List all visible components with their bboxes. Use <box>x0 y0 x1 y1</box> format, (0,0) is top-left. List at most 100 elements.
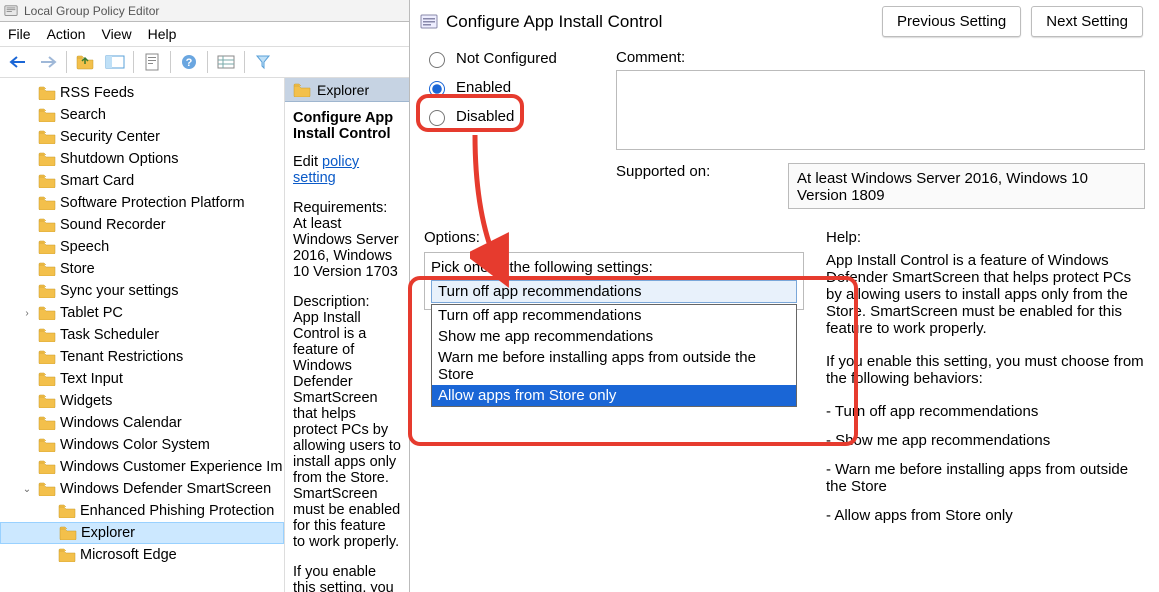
tree-item-label: Smart Card <box>60 173 134 189</box>
radio-not-configured-input[interactable] <box>429 52 445 68</box>
tree-item-task-scheduler[interactable]: Task Scheduler <box>0 324 284 346</box>
help-bullet: - Show me app recommendations <box>826 432 1145 449</box>
folder-icon <box>38 130 56 144</box>
tree-item-tenant-restrictions[interactable]: Tenant Restrictions <box>0 346 284 368</box>
forward-button[interactable] <box>36 51 60 73</box>
folder-icon <box>38 262 56 276</box>
tree-item-label: Shutdown Options <box>60 151 179 167</box>
help-label: Help: <box>826 229 1145 246</box>
tree-item-label: Tablet PC <box>60 305 123 321</box>
folder-icon <box>38 416 56 430</box>
menu-file[interactable]: File <box>8 26 31 42</box>
tree-item-search[interactable]: Search <box>0 104 284 126</box>
radio-enabled-input[interactable] <box>429 81 445 97</box>
folder-icon <box>38 394 56 408</box>
tree-item-enhanced-phishing-protection[interactable]: Enhanced Phishing Protection <box>0 500 284 522</box>
properties-button[interactable] <box>140 51 164 73</box>
comment-textarea[interactable] <box>616 70 1145 150</box>
requirements-label: Requirements: <box>293 200 401 216</box>
radio-not-configured[interactable]: Not Configured <box>424 49 594 68</box>
combo-option[interactable]: Turn off app recommendations <box>432 305 796 326</box>
combo-option[interactable]: Show me app recommendations <box>432 326 796 347</box>
menu-action[interactable]: Action <box>47 26 86 42</box>
tree-item-shutdown-options[interactable]: Shutdown Options <box>0 148 284 170</box>
folder-icon <box>38 306 56 320</box>
supported-label: Supported on: <box>616 163 766 180</box>
tree-item-label: Store <box>60 261 95 277</box>
tree-item-label: Task Scheduler <box>60 327 159 343</box>
expander-icon[interactable]: ⌄ <box>20 484 34 495</box>
description-text: App Install Control is a feature of Wind… <box>293 310 401 550</box>
tree-item-label: Sound Recorder <box>60 217 166 233</box>
option-combo-list[interactable]: Turn off app recommendationsShow me app … <box>431 304 797 407</box>
gpedit-toolbar: ? <box>0 47 409 78</box>
tree-item-security-center[interactable]: Security Center <box>0 126 284 148</box>
tree-item-tablet-pc[interactable]: › Tablet PC <box>0 302 284 324</box>
tree-item-text-input[interactable]: Text Input <box>0 368 284 390</box>
folder-icon <box>38 482 56 496</box>
gpedit-titlebar: Local Group Policy Editor <box>0 0 409 22</box>
requirements-text: At least Windows Server 2016, Windows 10… <box>293 216 401 280</box>
folder-icon <box>38 460 56 474</box>
radio-enabled-label: Enabled <box>456 79 511 96</box>
tree-item-sound-recorder[interactable]: Sound Recorder <box>0 214 284 236</box>
supported-text: At least Windows Server 2016, Windows 10… <box>788 163 1145 209</box>
detail-edit-prefix: Edit <box>293 154 322 170</box>
tree-item-windows-calendar[interactable]: Windows Calendar <box>0 412 284 434</box>
tree-item-label: Security Center <box>60 129 160 145</box>
tree-item-label: Microsoft Edge <box>80 547 177 563</box>
help-paragraph-1: App Install Control is a feature of Wind… <box>826 252 1145 337</box>
folder-icon <box>38 218 56 232</box>
next-setting-button[interactable]: Next Setting <box>1031 6 1143 37</box>
folder-icon <box>38 328 56 342</box>
tree-item-label: Windows Calendar <box>60 415 182 431</box>
help-button[interactable]: ? <box>177 51 201 73</box>
tree-item-explorer[interactable]: Explorer <box>0 522 284 544</box>
tree-item-store[interactable]: Store <box>0 258 284 280</box>
filter-button[interactable] <box>251 51 275 73</box>
tree-item-widgets[interactable]: Widgets <box>0 390 284 412</box>
tree-item-label: Text Input <box>60 371 123 387</box>
combo-option[interactable]: Warn me before installing apps from outs… <box>432 347 796 385</box>
radio-enabled[interactable]: Enabled <box>424 78 594 97</box>
policy-setting-dialog: Configure App Install Control Previous S… <box>410 0 1159 592</box>
detail-header-label: Explorer <box>317 82 369 98</box>
tree-item-rss-feeds[interactable]: RSS Feeds <box>0 82 284 104</box>
radio-disabled[interactable]: Disabled <box>424 107 594 126</box>
list-button[interactable] <box>214 51 238 73</box>
tree-item-sync-your-settings[interactable]: Sync your settings <box>0 280 284 302</box>
tree-item-label: Windows Defender SmartScreen <box>60 481 271 497</box>
menu-help[interactable]: Help <box>148 26 177 42</box>
radio-disabled-input[interactable] <box>429 110 445 126</box>
tree-item-windows-customer-experience-im[interactable]: Windows Customer Experience Im <box>0 456 284 478</box>
expander-icon[interactable]: › <box>20 308 34 319</box>
policy-tree[interactable]: RSS Feeds Search Security Center Shutdown O… <box>0 78 285 592</box>
up-button[interactable] <box>73 51 97 73</box>
folder-icon <box>58 504 76 518</box>
folder-icon <box>38 372 56 386</box>
back-button[interactable] <box>6 51 30 73</box>
detail-header: Explorer <box>285 78 409 102</box>
folder-icon <box>38 284 56 298</box>
help-bullet: - Warn me before installing apps from ou… <box>826 461 1145 495</box>
option-combo-selected[interactable]: Turn off app recommendations <box>431 280 797 303</box>
tree-item-windows-defender-smartscreen[interactable]: ⌄ Windows Defender SmartScreen <box>0 478 284 500</box>
tree-item-smart-card[interactable]: Smart Card <box>0 170 284 192</box>
show-hide-tree-button[interactable] <box>103 51 127 73</box>
dialog-title: Configure App Install Control <box>446 12 874 32</box>
tree-item-label: RSS Feeds <box>60 85 134 101</box>
tree-item-label: Windows Customer Experience Im <box>60 459 282 475</box>
menu-view[interactable]: View <box>101 26 131 42</box>
combo-option[interactable]: Allow apps from Store only <box>432 385 796 406</box>
option-combo[interactable]: Turn off app recommendations Turn off ap… <box>431 280 797 303</box>
tree-item-label: Tenant Restrictions <box>60 349 183 365</box>
folder-icon <box>38 108 56 122</box>
tree-item-speech[interactable]: Speech <box>0 236 284 258</box>
option-heading: Pick one of the following settings: <box>431 259 797 276</box>
tree-item-microsoft-edge[interactable]: Microsoft Edge <box>0 544 284 566</box>
tree-item-software-protection-platform[interactable]: Software Protection Platform <box>0 192 284 214</box>
tree-item-windows-color-system[interactable]: Windows Color System <box>0 434 284 456</box>
dialog-icon <box>420 13 438 31</box>
previous-setting-button[interactable]: Previous Setting <box>882 6 1021 37</box>
tree-item-label: Widgets <box>60 393 112 409</box>
